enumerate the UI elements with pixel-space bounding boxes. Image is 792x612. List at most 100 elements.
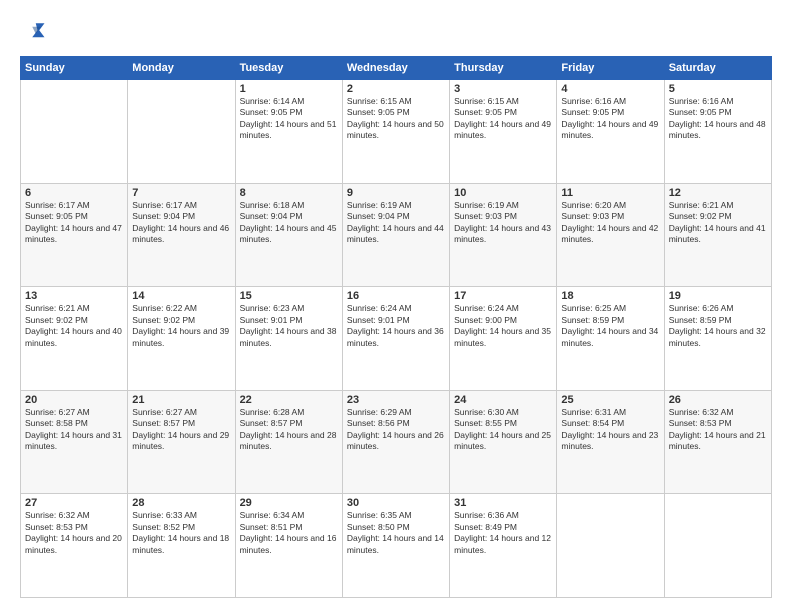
day-number: 27 bbox=[25, 497, 123, 509]
day-number: 30 bbox=[347, 497, 445, 509]
calendar-cell: 11Sunrise: 6:20 AMSunset: 9:03 PMDayligh… bbox=[557, 183, 664, 287]
day-number: 15 bbox=[240, 290, 338, 302]
day-info: Sunrise: 6:21 AMSunset: 9:02 PMDaylight:… bbox=[25, 303, 123, 349]
day-info: Sunrise: 6:27 AMSunset: 8:57 PMDaylight:… bbox=[132, 407, 230, 453]
header-friday: Friday bbox=[557, 57, 664, 80]
calendar-cell: 1Sunrise: 6:14 AMSunset: 9:05 PMDaylight… bbox=[235, 80, 342, 184]
day-number: 9 bbox=[347, 187, 445, 199]
calendar-cell: 27Sunrise: 6:32 AMSunset: 8:53 PMDayligh… bbox=[21, 494, 128, 598]
calendar-table: Sunday Monday Tuesday Wednesday Thursday… bbox=[20, 56, 772, 598]
day-number: 6 bbox=[25, 187, 123, 199]
day-info: Sunrise: 6:33 AMSunset: 8:52 PMDaylight:… bbox=[132, 510, 230, 556]
calendar-week-4: 20Sunrise: 6:27 AMSunset: 8:58 PMDayligh… bbox=[21, 390, 772, 494]
page: Sunday Monday Tuesday Wednesday Thursday… bbox=[0, 0, 792, 612]
day-info: Sunrise: 6:15 AMSunset: 9:05 PMDaylight:… bbox=[454, 96, 552, 142]
calendar-cell: 31Sunrise: 6:36 AMSunset: 8:49 PMDayligh… bbox=[450, 494, 557, 598]
day-number: 12 bbox=[669, 187, 767, 199]
day-info: Sunrise: 6:18 AMSunset: 9:04 PMDaylight:… bbox=[240, 200, 338, 246]
day-number: 26 bbox=[669, 394, 767, 406]
day-info: Sunrise: 6:34 AMSunset: 8:51 PMDaylight:… bbox=[240, 510, 338, 556]
day-number: 21 bbox=[132, 394, 230, 406]
day-info: Sunrise: 6:17 AMSunset: 9:04 PMDaylight:… bbox=[132, 200, 230, 246]
calendar-cell: 29Sunrise: 6:34 AMSunset: 8:51 PMDayligh… bbox=[235, 494, 342, 598]
calendar-cell: 23Sunrise: 6:29 AMSunset: 8:56 PMDayligh… bbox=[342, 390, 449, 494]
day-number: 17 bbox=[454, 290, 552, 302]
calendar-cell: 6Sunrise: 6:17 AMSunset: 9:05 PMDaylight… bbox=[21, 183, 128, 287]
day-number: 29 bbox=[240, 497, 338, 509]
day-info: Sunrise: 6:20 AMSunset: 9:03 PMDaylight:… bbox=[561, 200, 659, 246]
day-info: Sunrise: 6:16 AMSunset: 9:05 PMDaylight:… bbox=[669, 96, 767, 142]
day-number: 10 bbox=[454, 187, 552, 199]
day-number: 3 bbox=[454, 83, 552, 95]
day-number: 8 bbox=[240, 187, 338, 199]
day-number: 19 bbox=[669, 290, 767, 302]
day-number: 16 bbox=[347, 290, 445, 302]
day-number: 31 bbox=[454, 497, 552, 509]
calendar-cell bbox=[128, 80, 235, 184]
header-thursday: Thursday bbox=[450, 57, 557, 80]
header-wednesday: Wednesday bbox=[342, 57, 449, 80]
day-info: Sunrise: 6:28 AMSunset: 8:57 PMDaylight:… bbox=[240, 407, 338, 453]
day-info: Sunrise: 6:17 AMSunset: 9:05 PMDaylight:… bbox=[25, 200, 123, 246]
calendar-cell: 20Sunrise: 6:27 AMSunset: 8:58 PMDayligh… bbox=[21, 390, 128, 494]
calendar-cell: 7Sunrise: 6:17 AMSunset: 9:04 PMDaylight… bbox=[128, 183, 235, 287]
day-number: 24 bbox=[454, 394, 552, 406]
day-info: Sunrise: 6:15 AMSunset: 9:05 PMDaylight:… bbox=[347, 96, 445, 142]
calendar-cell: 22Sunrise: 6:28 AMSunset: 8:57 PMDayligh… bbox=[235, 390, 342, 494]
day-info: Sunrise: 6:24 AMSunset: 9:00 PMDaylight:… bbox=[454, 303, 552, 349]
day-number: 13 bbox=[25, 290, 123, 302]
calendar-cell: 17Sunrise: 6:24 AMSunset: 9:00 PMDayligh… bbox=[450, 287, 557, 391]
day-info: Sunrise: 6:21 AMSunset: 9:02 PMDaylight:… bbox=[669, 200, 767, 246]
header-sunday: Sunday bbox=[21, 57, 128, 80]
calendar-cell: 8Sunrise: 6:18 AMSunset: 9:04 PMDaylight… bbox=[235, 183, 342, 287]
calendar-cell bbox=[664, 494, 771, 598]
calendar-cell: 5Sunrise: 6:16 AMSunset: 9:05 PMDaylight… bbox=[664, 80, 771, 184]
day-number: 25 bbox=[561, 394, 659, 406]
day-number: 5 bbox=[669, 83, 767, 95]
calendar-cell: 18Sunrise: 6:25 AMSunset: 8:59 PMDayligh… bbox=[557, 287, 664, 391]
calendar-cell: 2Sunrise: 6:15 AMSunset: 9:05 PMDaylight… bbox=[342, 80, 449, 184]
calendar-cell: 28Sunrise: 6:33 AMSunset: 8:52 PMDayligh… bbox=[128, 494, 235, 598]
header-monday: Monday bbox=[128, 57, 235, 80]
day-info: Sunrise: 6:23 AMSunset: 9:01 PMDaylight:… bbox=[240, 303, 338, 349]
day-info: Sunrise: 6:22 AMSunset: 9:02 PMDaylight:… bbox=[132, 303, 230, 349]
day-number: 4 bbox=[561, 83, 659, 95]
calendar-cell bbox=[21, 80, 128, 184]
header-tuesday: Tuesday bbox=[235, 57, 342, 80]
calendar-cell: 15Sunrise: 6:23 AMSunset: 9:01 PMDayligh… bbox=[235, 287, 342, 391]
day-info: Sunrise: 6:16 AMSunset: 9:05 PMDaylight:… bbox=[561, 96, 659, 142]
calendar-cell: 19Sunrise: 6:26 AMSunset: 8:59 PMDayligh… bbox=[664, 287, 771, 391]
day-info: Sunrise: 6:19 AMSunset: 9:04 PMDaylight:… bbox=[347, 200, 445, 246]
day-info: Sunrise: 6:19 AMSunset: 9:03 PMDaylight:… bbox=[454, 200, 552, 246]
day-number: 18 bbox=[561, 290, 659, 302]
calendar-cell: 26Sunrise: 6:32 AMSunset: 8:53 PMDayligh… bbox=[664, 390, 771, 494]
day-number: 7 bbox=[132, 187, 230, 199]
calendar-week-2: 6Sunrise: 6:17 AMSunset: 9:05 PMDaylight… bbox=[21, 183, 772, 287]
day-info: Sunrise: 6:36 AMSunset: 8:49 PMDaylight:… bbox=[454, 510, 552, 556]
day-info: Sunrise: 6:26 AMSunset: 8:59 PMDaylight:… bbox=[669, 303, 767, 349]
calendar-cell bbox=[557, 494, 664, 598]
calendar-cell: 10Sunrise: 6:19 AMSunset: 9:03 PMDayligh… bbox=[450, 183, 557, 287]
header bbox=[20, 18, 772, 46]
day-number: 1 bbox=[240, 83, 338, 95]
logo-icon bbox=[20, 18, 48, 46]
day-info: Sunrise: 6:24 AMSunset: 9:01 PMDaylight:… bbox=[347, 303, 445, 349]
calendar-week-5: 27Sunrise: 6:32 AMSunset: 8:53 PMDayligh… bbox=[21, 494, 772, 598]
calendar-cell: 24Sunrise: 6:30 AMSunset: 8:55 PMDayligh… bbox=[450, 390, 557, 494]
header-saturday: Saturday bbox=[664, 57, 771, 80]
day-info: Sunrise: 6:35 AMSunset: 8:50 PMDaylight:… bbox=[347, 510, 445, 556]
day-info: Sunrise: 6:27 AMSunset: 8:58 PMDaylight:… bbox=[25, 407, 123, 453]
day-number: 23 bbox=[347, 394, 445, 406]
calendar-cell: 9Sunrise: 6:19 AMSunset: 9:04 PMDaylight… bbox=[342, 183, 449, 287]
day-number: 28 bbox=[132, 497, 230, 509]
day-info: Sunrise: 6:31 AMSunset: 8:54 PMDaylight:… bbox=[561, 407, 659, 453]
day-number: 14 bbox=[132, 290, 230, 302]
logo bbox=[20, 18, 52, 46]
calendar-cell: 25Sunrise: 6:31 AMSunset: 8:54 PMDayligh… bbox=[557, 390, 664, 494]
calendar-cell: 3Sunrise: 6:15 AMSunset: 9:05 PMDaylight… bbox=[450, 80, 557, 184]
day-number: 20 bbox=[25, 394, 123, 406]
calendar-cell: 13Sunrise: 6:21 AMSunset: 9:02 PMDayligh… bbox=[21, 287, 128, 391]
day-number: 11 bbox=[561, 187, 659, 199]
day-info: Sunrise: 6:14 AMSunset: 9:05 PMDaylight:… bbox=[240, 96, 338, 142]
calendar-cell: 16Sunrise: 6:24 AMSunset: 9:01 PMDayligh… bbox=[342, 287, 449, 391]
